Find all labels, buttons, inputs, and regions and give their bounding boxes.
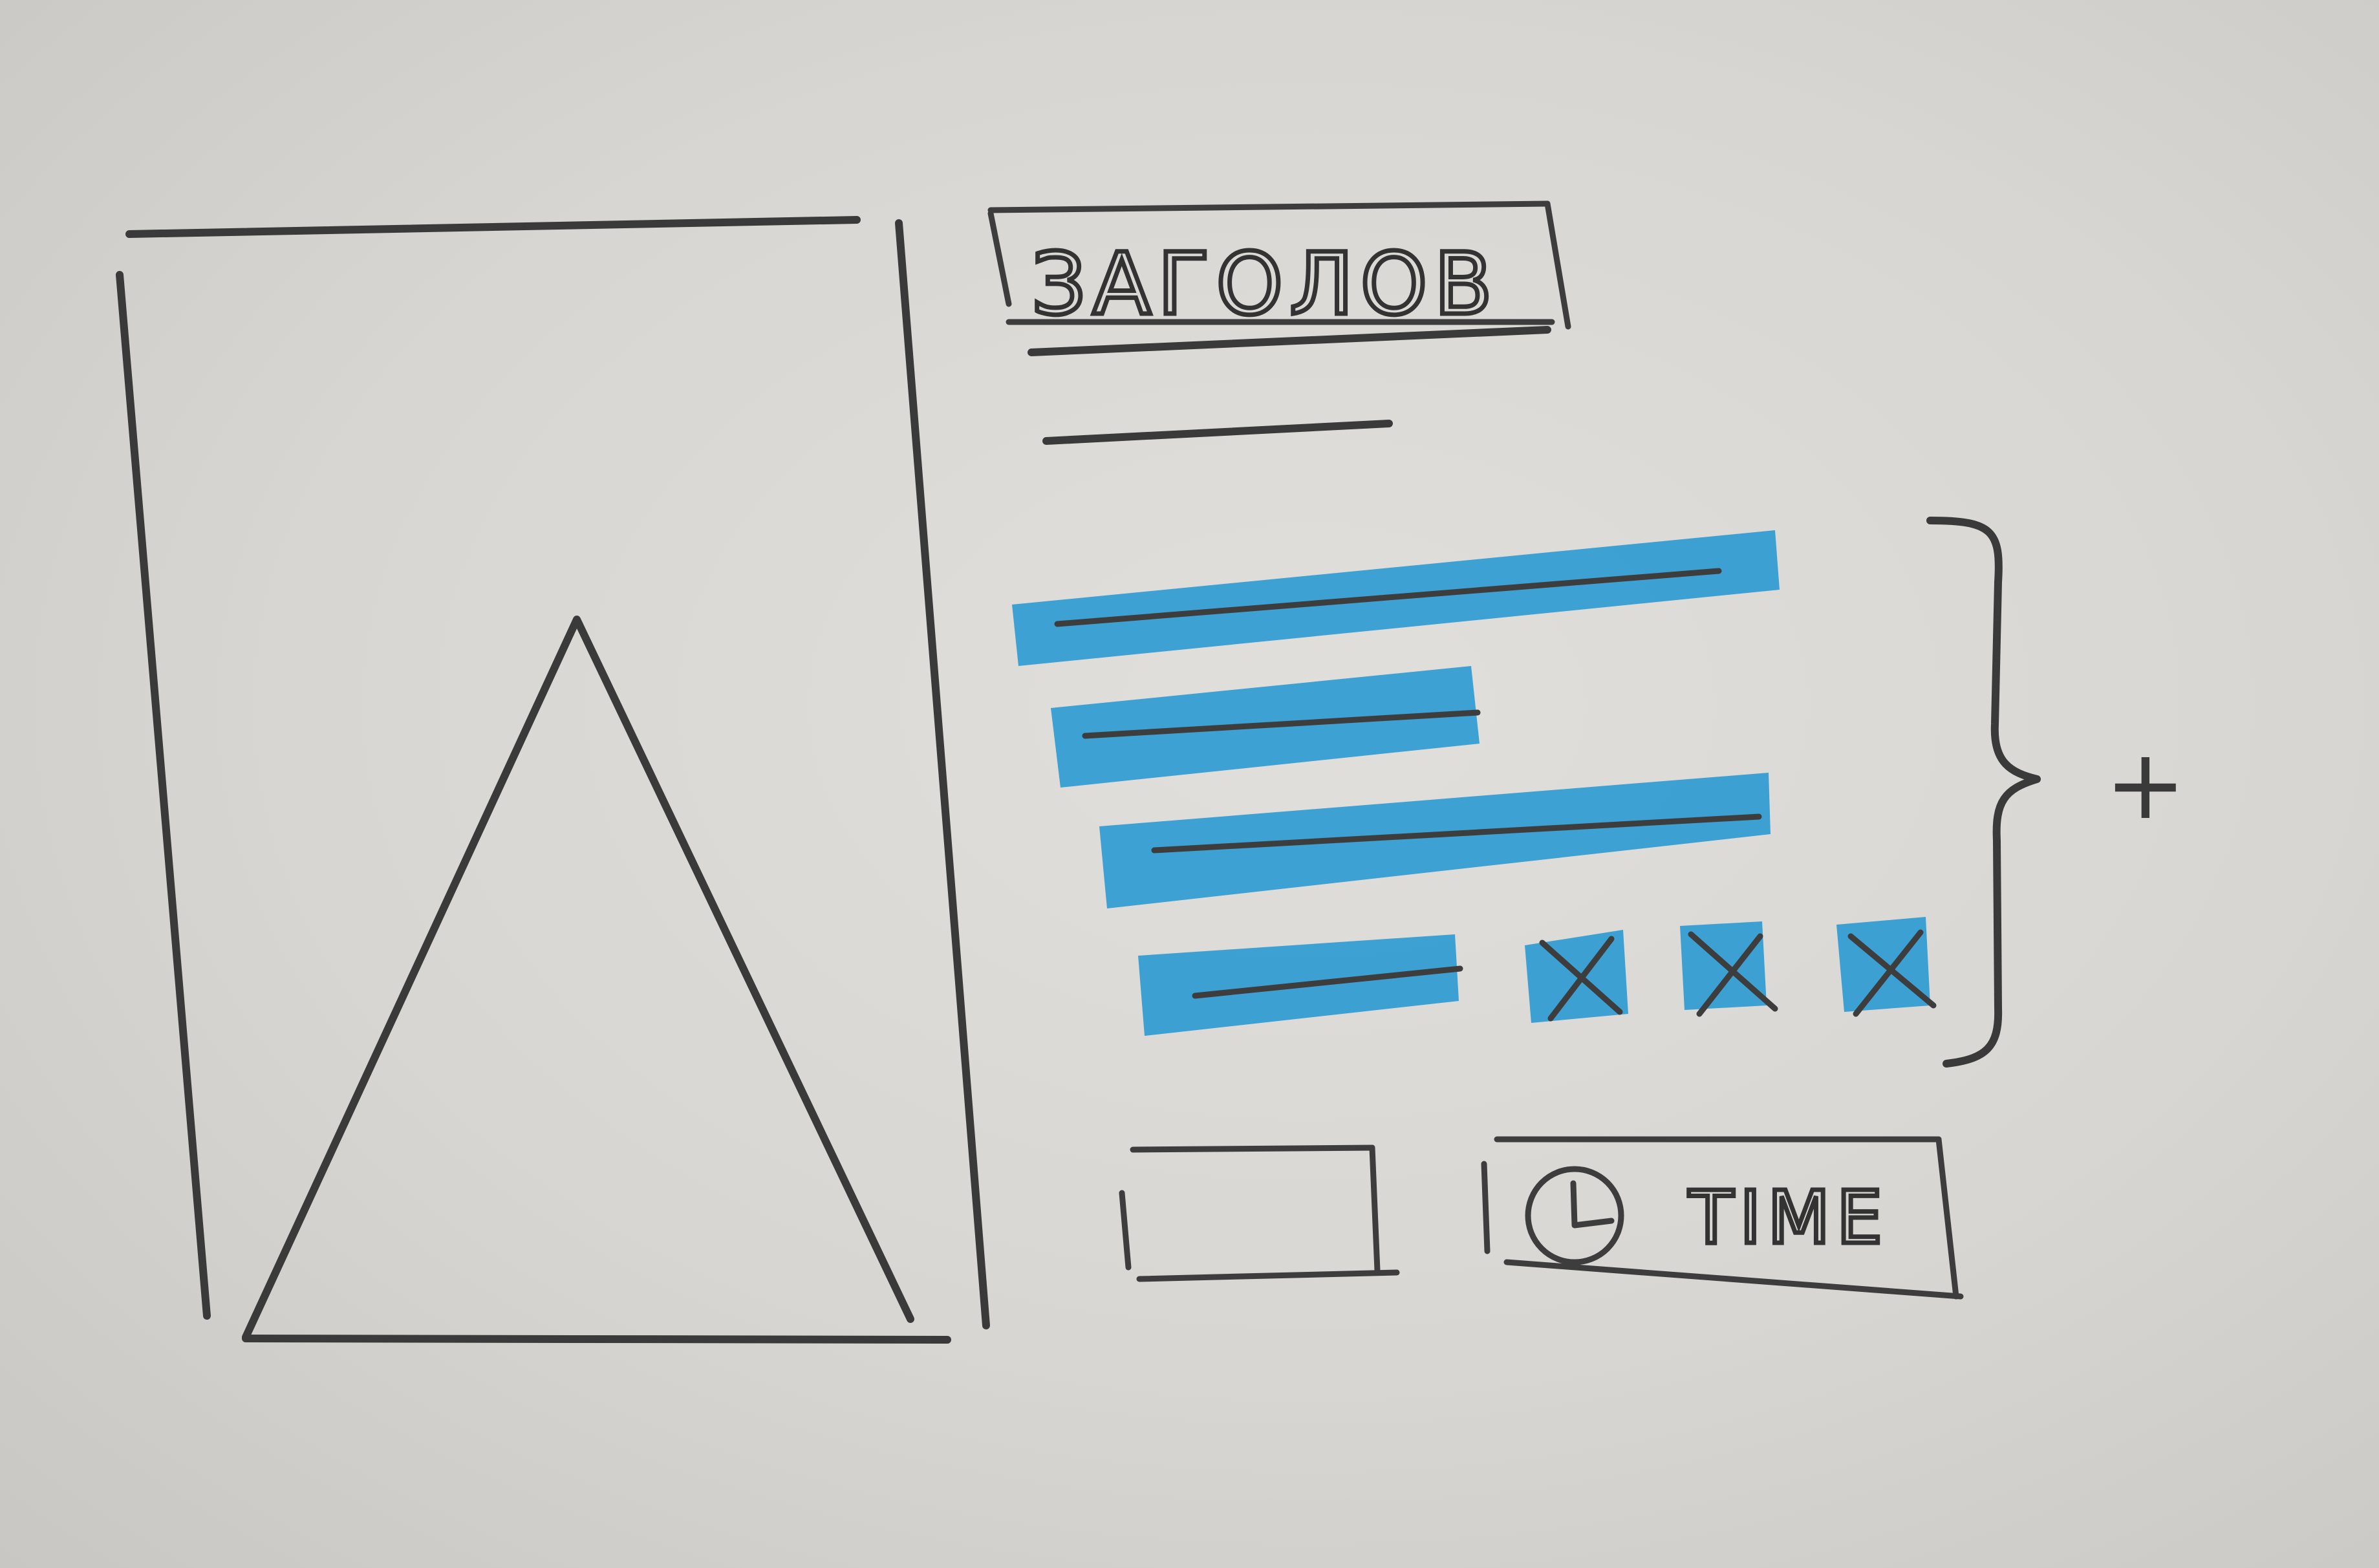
clock-icon: [1525, 1166, 1624, 1265]
wireframe-sketch: ЗАГОЛОВ + TIME: [116, 200, 2186, 1344]
image-frame-right: [895, 219, 990, 1329]
image-frame-bottom: [242, 1335, 951, 1344]
subtitle-line: [1042, 420, 1393, 445]
time-button[interactable]: TIME: [1481, 1136, 1964, 1300]
list-row: [1138, 934, 1463, 1036]
title-box-label: ЗАГОЛОВ: [1031, 235, 1499, 334]
title-box[interactable]: ЗАГОЛОВ: [987, 200, 1571, 337]
image-placeholder-triangle-icon: [242, 616, 914, 1341]
image-frame-left: [116, 271, 211, 1320]
expand-plus: +: [2105, 729, 2186, 841]
list-row: [1012, 530, 1780, 666]
list-row: [1051, 666, 1481, 788]
x-box[interactable]: [1525, 930, 1628, 1023]
time-button-label: TIME: [1688, 1176, 1889, 1260]
row-highlight: [1099, 773, 1771, 908]
image-placeholder: [116, 216, 990, 1344]
curly-brace: [1926, 517, 2041, 1068]
x-box[interactable]: [1836, 917, 1937, 1017]
image-frame-top: [125, 216, 861, 238]
empty-button[interactable]: [1119, 1144, 1400, 1282]
x-box[interactable]: [1680, 921, 1778, 1017]
list-row: [1099, 773, 1771, 908]
